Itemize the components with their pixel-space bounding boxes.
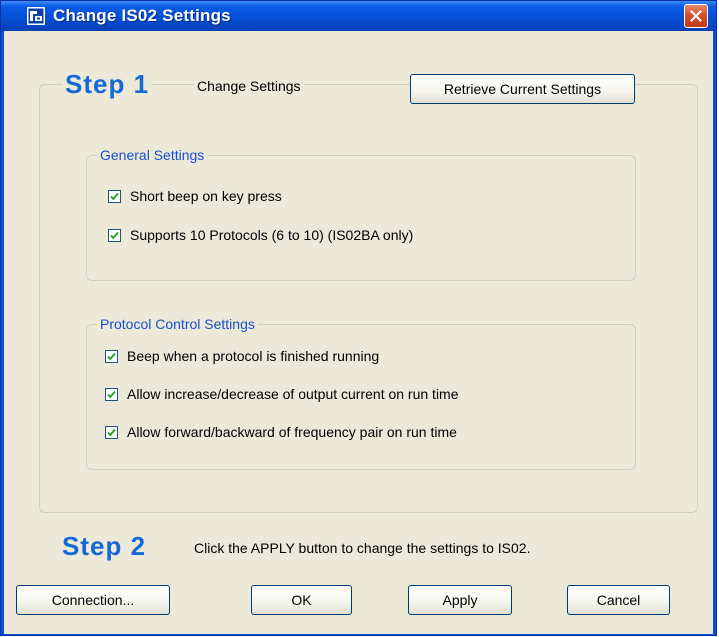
- general-settings-legend: General Settings: [97, 147, 208, 163]
- step1-legend: Step 1: [62, 69, 153, 100]
- cancel-button[interactable]: Cancel: [567, 585, 670, 615]
- option-adjust-output-current[interactable]: Allow increase/decrease of output curren…: [105, 386, 459, 402]
- close-icon: [690, 10, 702, 22]
- protocol-control-legend: Protocol Control Settings: [97, 316, 258, 332]
- title-bar[interactable]: Change IS02 Settings: [1, 1, 716, 31]
- dialog-window: Change IS02 Settings Step 1 Change Setti…: [0, 0, 717, 636]
- checkmark-icon: [107, 390, 116, 398]
- general-settings-group: [86, 155, 636, 281]
- option-frequency-pair[interactable]: Allow forward/backward of frequency pair…: [105, 424, 457, 440]
- close-button[interactable]: [684, 4, 708, 28]
- window-title: Change IS02 Settings: [53, 6, 231, 25]
- frequency-pair-label: Allow forward/backward of frequency pair…: [127, 424, 457, 440]
- retrieve-settings-button[interactable]: Retrieve Current Settings: [410, 74, 635, 104]
- option-short-beep[interactable]: Short beep on key press: [108, 188, 282, 204]
- app-logo-icon: [27, 7, 45, 25]
- dialog-body: Step 1 Change Settings Retrieve Current …: [4, 31, 713, 634]
- option-beep-protocol-finished[interactable]: Beep when a protocol is finished running: [105, 348, 379, 364]
- connection-button[interactable]: Connection...: [16, 585, 170, 615]
- supports-10-protocols-label: Supports 10 Protocols (6 to 10) (IS02BA …: [130, 227, 414, 243]
- short-beep-label: Short beep on key press: [130, 188, 282, 204]
- step1-label: Step 1: [65, 69, 150, 99]
- beep-protocol-finished-checkbox[interactable]: [105, 349, 118, 363]
- step2-instruction: Click the APPLY button to change the set…: [194, 540, 531, 556]
- checkmark-icon: [110, 192, 119, 200]
- step1-caption: Change Settings: [194, 78, 304, 94]
- apply-button[interactable]: Apply: [408, 585, 512, 615]
- short-beep-checkbox[interactable]: [108, 189, 121, 203]
- frequency-pair-checkbox[interactable]: [105, 425, 118, 439]
- supports-10-protocols-checkbox[interactable]: [108, 228, 121, 242]
- step2-label: Step 2: [62, 531, 147, 561]
- checkmark-icon: [107, 428, 116, 436]
- checkmark-icon: [110, 231, 119, 239]
- adjust-output-current-checkbox[interactable]: [105, 387, 118, 401]
- adjust-output-current-label: Allow increase/decrease of output curren…: [127, 386, 459, 402]
- ok-button[interactable]: OK: [251, 585, 352, 615]
- option-supports-10-protocols[interactable]: Supports 10 Protocols (6 to 10) (IS02BA …: [108, 227, 413, 243]
- beep-protocol-finished-label: Beep when a protocol is finished running: [127, 348, 380, 364]
- checkmark-icon: [107, 352, 116, 360]
